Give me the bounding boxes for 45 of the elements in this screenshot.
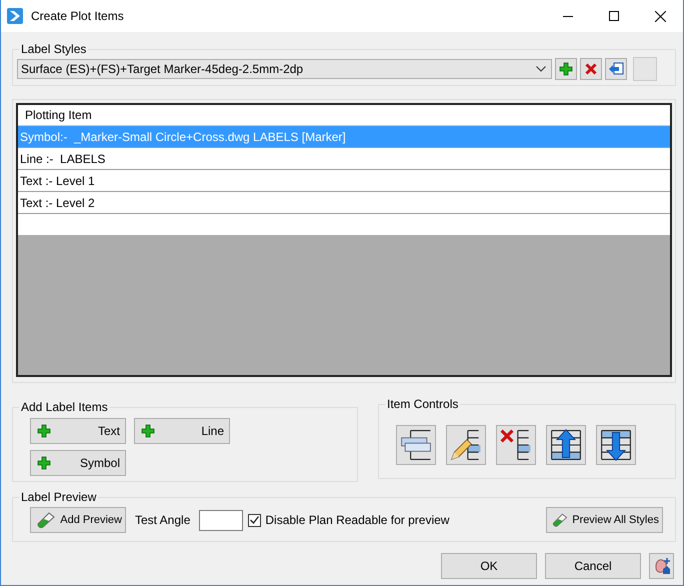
import-style-button[interactable] (605, 58, 627, 80)
add-item-button[interactable]: Text (30, 418, 126, 444)
delete-style-button[interactable] (580, 58, 602, 80)
plus-icon (37, 456, 51, 470)
add-preview-button[interactable]: Add Preview (30, 507, 126, 533)
list-row[interactable]: Text :- Level 2 (18, 192, 670, 214)
plus-icon (559, 62, 573, 76)
checkbox[interactable] (248, 514, 262, 526)
chevron-down-icon (536, 66, 546, 72)
dialog-button[interactable]: Cancel (545, 553, 641, 579)
style-dropdown[interactable]: Surface (ES)+(FS)+Target Marker-45deg-2.5mm-2dp (17, 59, 552, 79)
import-icon (608, 62, 624, 76)
item-control-button[interactable] (596, 425, 636, 465)
group-title: Add Label Items (20, 400, 109, 414)
list-row[interactable]: Text :- Level 1 (18, 170, 670, 192)
copy-rows-icon (398, 427, 434, 463)
add-item-button[interactable]: Symbol (30, 450, 126, 476)
column-header[interactable]: Plotting Item (18, 105, 670, 126)
check-icon (250, 516, 260, 524)
app-logo-icon (7, 8, 23, 24)
preview-all-button[interactable]: Preview All Styles (546, 507, 663, 533)
item-control-button[interactable] (446, 425, 486, 465)
test-angle-field[interactable] (199, 510, 244, 530)
item-control-button[interactable] (396, 425, 436, 465)
test-angle-label: Test Angle (135, 513, 190, 527)
maximize-icon (609, 11, 619, 21)
plus-icon (141, 424, 155, 438)
group-title: Label Styles (20, 42, 88, 56)
list-row[interactable]: Line :- LABELS (18, 148, 670, 170)
add-style-button[interactable] (555, 58, 577, 80)
help-button[interactable] (649, 553, 674, 579)
window-title: Create Plot Items (31, 9, 125, 23)
checkbox-label: Disable Plan Readable for preview (265, 513, 450, 527)
add-item-button[interactable]: Line (134, 418, 230, 444)
delete-icon (585, 63, 597, 75)
dialog-button[interactable]: OK (441, 553, 537, 579)
close-icon (654, 10, 666, 22)
plus-icon (37, 424, 51, 438)
item-control-button[interactable] (546, 425, 586, 465)
item-control-button[interactable] (496, 425, 536, 465)
test-tube-icon (550, 512, 568, 528)
group-title: Label Preview (20, 490, 98, 504)
move-down-icon (598, 427, 634, 463)
move-up-icon (548, 427, 584, 463)
group-title: Item Controls (386, 397, 460, 411)
